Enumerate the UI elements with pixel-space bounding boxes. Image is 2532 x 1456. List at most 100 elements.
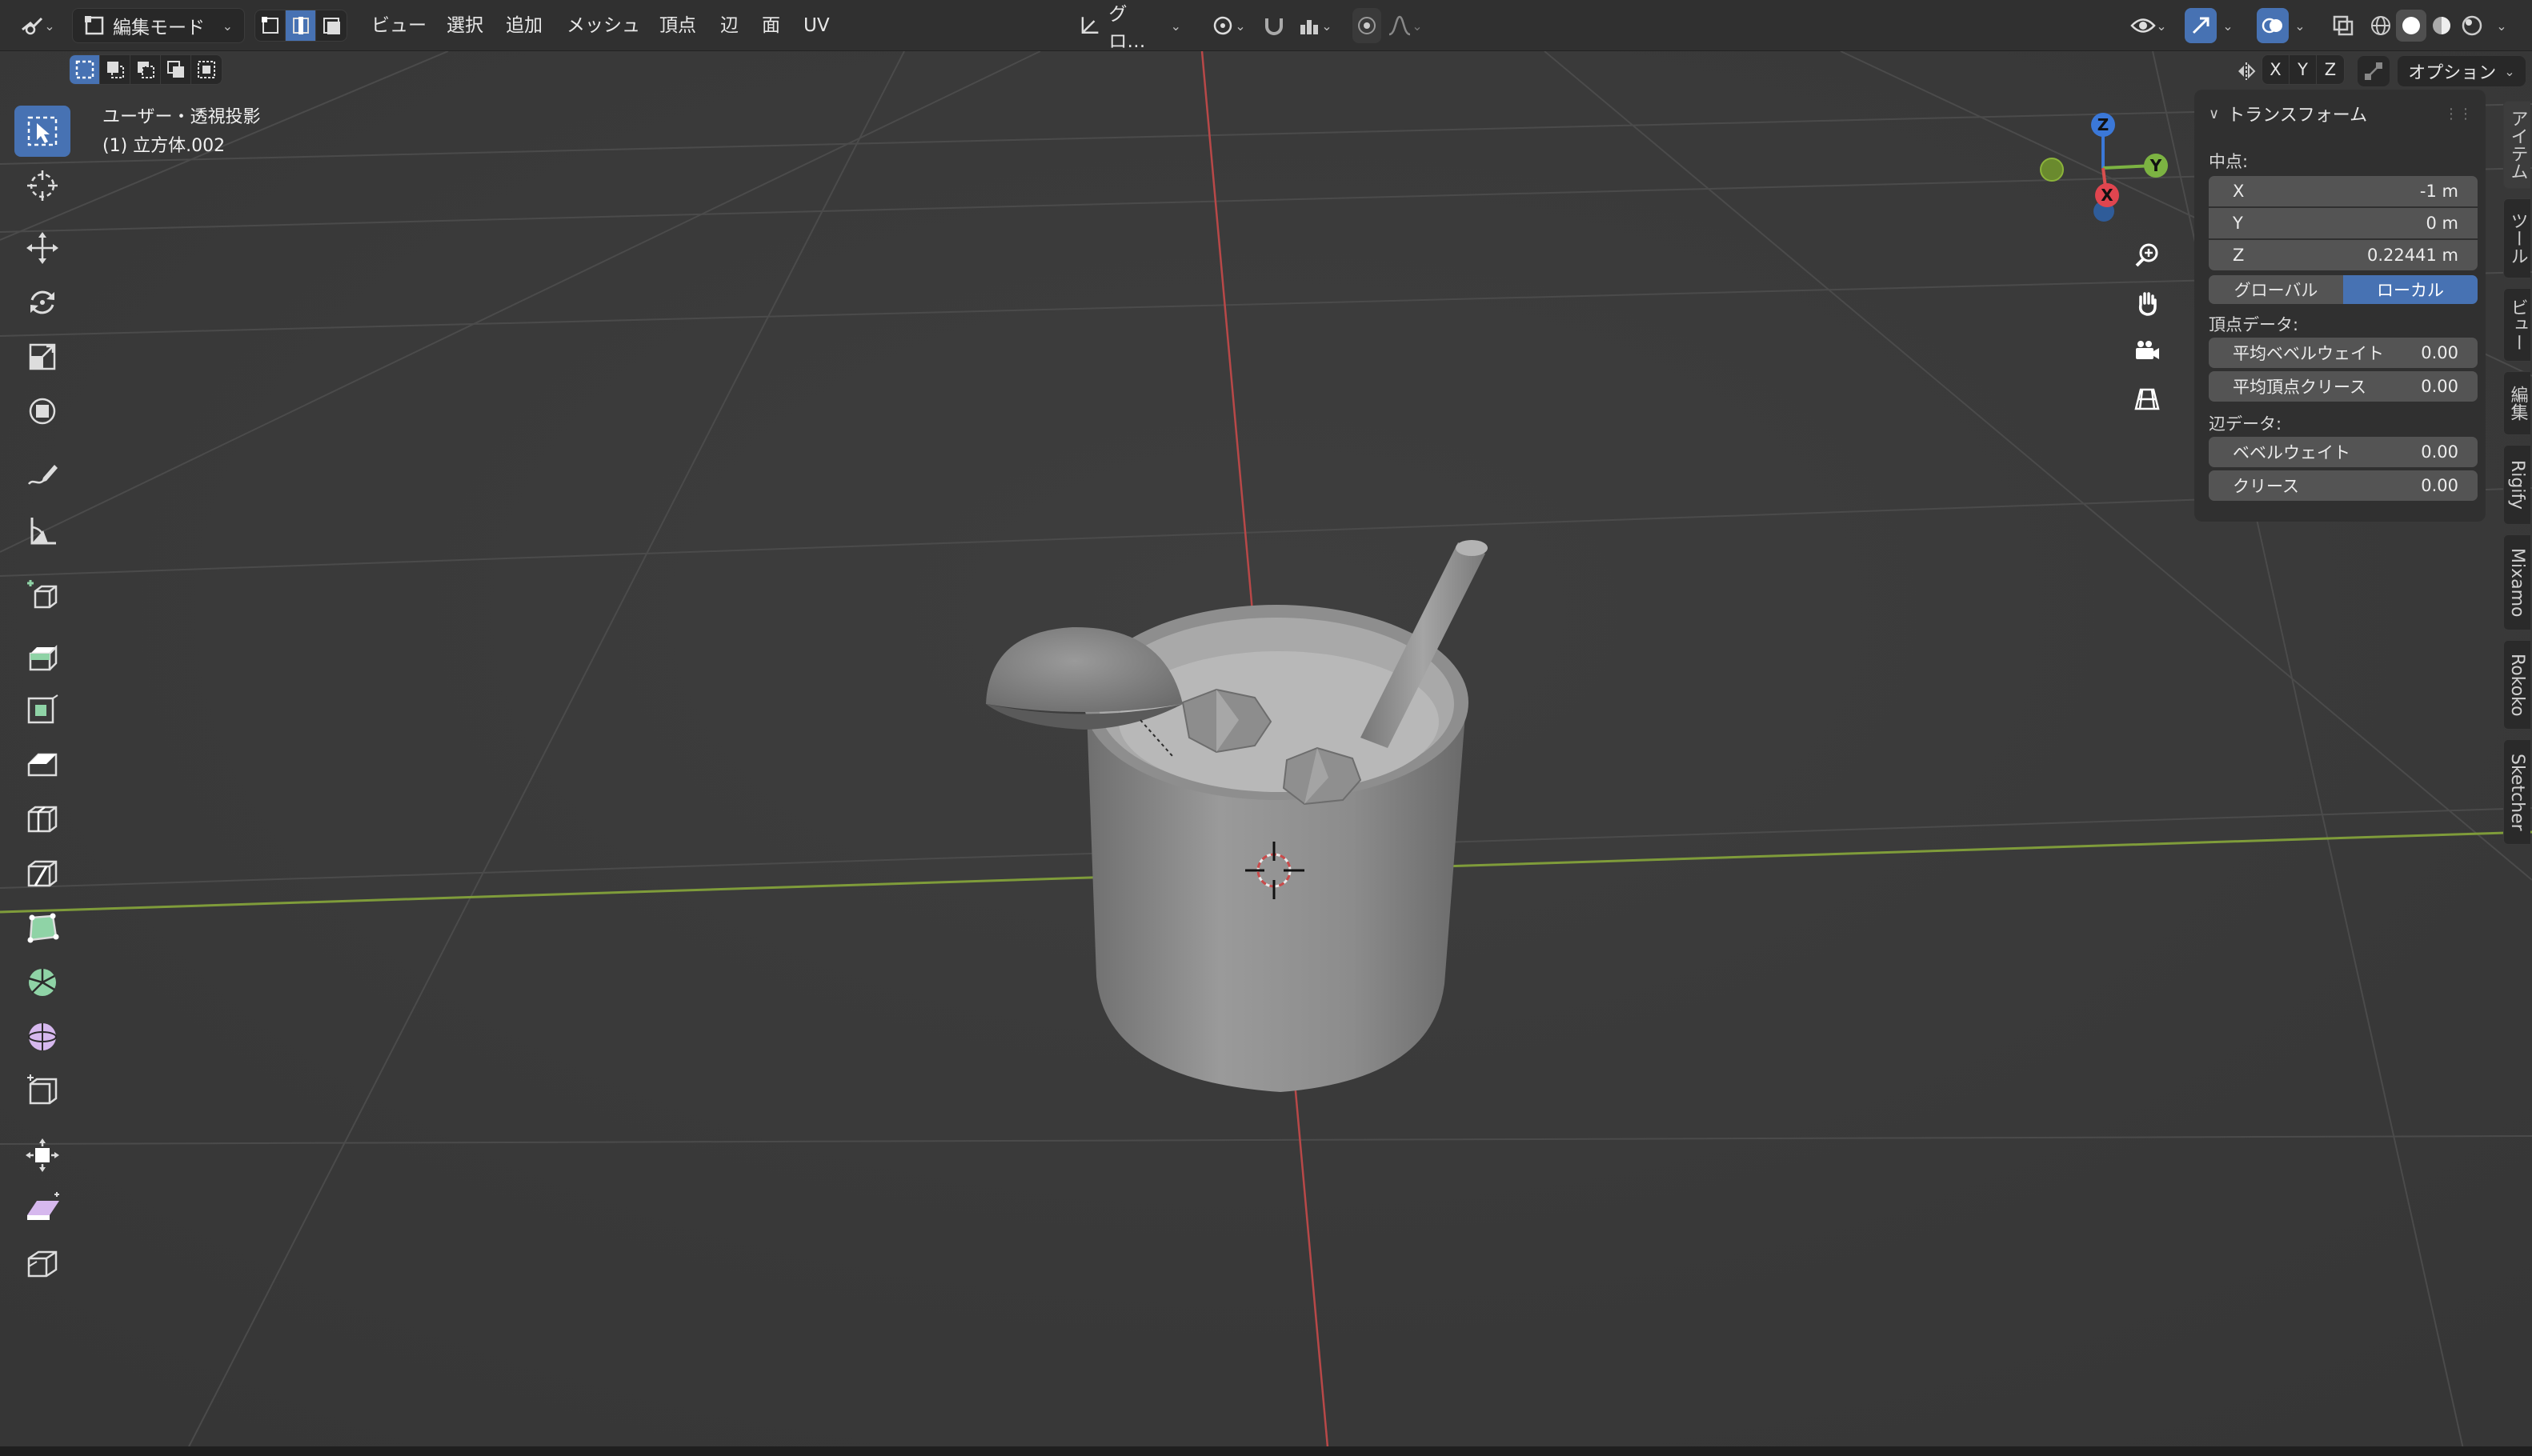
mirror-y-toggle[interactable]: Y [2290,55,2317,84]
bevel-weight-field[interactable]: ベベルウェイト 0.00 [2209,437,2478,467]
menu-uv[interactable]: UV [797,10,836,42]
visibility-dropdown[interactable]: ⌄ [2124,8,2173,43]
chevron-down-icon: ⌄ [2496,18,2507,34]
chevron-down-icon: ⌄ [1321,18,1332,34]
tab-view[interactable]: ビュー [2503,288,2530,362]
bevel-tool[interactable] [14,739,70,790]
menu-edge[interactable]: 辺 [714,10,745,42]
select-extend-icon[interactable] [100,55,130,84]
rotate-tool[interactable] [14,277,70,328]
crease-label: クリース [2233,477,2299,496]
knife-tool[interactable] [14,848,70,899]
overlay-dropdown[interactable]: ⌄ [2290,8,2310,43]
select-subtract-icon[interactable] [130,55,161,84]
mode-label: 編集モード [113,18,205,38]
scale-tool[interactable] [14,331,70,382]
material-shading-icon[interactable] [2426,10,2457,42]
cursor-tool[interactable] [14,160,70,211]
snap-target-dropdown[interactable]: ⌄ [1290,8,1340,43]
tab-rigify[interactable]: Rigify [2503,445,2530,525]
move-tool[interactable] [14,222,70,274]
transform-tool[interactable] [14,386,70,437]
mirror-x-toggle[interactable]: X [2262,55,2290,84]
shrink-fatten-tool[interactable] [14,1130,70,1181]
editor-type-button[interactable]: ⌄ [14,8,61,43]
snap-increment-icon [1300,20,1319,34]
smooth-tool[interactable] [14,1011,70,1062]
median-y-label: Y [2233,214,2243,233]
global-button[interactable]: グローバル [2209,275,2343,304]
mirror-z-toggle[interactable]: Z [2317,55,2344,84]
inset-tool[interactable] [14,685,70,736]
zoom-icon [2135,243,2158,267]
transform-orientation-dropdown[interactable]: グロ… ⌄ [1068,4,1192,52]
xray-toggle[interactable] [2327,8,2359,43]
face-select-icon[interactable] [316,10,347,41]
menu-view[interactable]: ビュー [365,10,433,42]
select-intersect-icon[interactable] [191,55,222,84]
knife-icon [27,860,58,887]
zoom-button[interactable] [2127,235,2167,275]
proportional-falloff-dropdown[interactable]: ⌄ [1384,8,1426,43]
tab-rokoko[interactable]: Rokoko [2503,640,2530,730]
options-dropdown[interactable]: オプション ⌄ [2398,56,2526,86]
tab-edit-label: 編集 [2507,386,2528,421]
rip-region-tool[interactable] [14,1238,70,1290]
tab-sketcher[interactable]: Sketcher [2503,739,2530,845]
mean-vertex-crease-field[interactable]: 平均頂点クリース 0.00 [2209,371,2478,402]
tab-item[interactable]: アイテム [2503,101,2530,189]
menu-face[interactable]: 面 [755,10,787,42]
menu-vertex[interactable]: 頂点 [653,10,703,42]
vertex-select-icon[interactable] [255,10,286,41]
wireframe-shading-icon[interactable] [2366,10,2396,42]
spin-tool[interactable] [14,957,70,1008]
solid-shading-icon[interactable] [2396,10,2426,42]
add-cube-tool[interactable] [14,570,70,621]
measure-tool[interactable] [14,506,70,557]
menu-add[interactable]: 追加 [499,10,549,42]
proportional-edit-toggle[interactable] [1352,8,1381,43]
shear-tool[interactable] [14,1184,70,1235]
perspective-toggle-button[interactable] [2127,379,2167,419]
spin-icon [28,969,56,996]
tab-mixamo-label: Mixamo [2507,547,2527,618]
poly-build-tool[interactable] [14,902,70,954]
camera-view-button[interactable] [2127,331,2167,371]
overlay-toggle[interactable] [2257,8,2289,43]
gizmo-dropdown[interactable]: ⌄ [2218,8,2238,43]
median-z-field[interactable]: Z 0.22441 m [2209,240,2478,270]
menu-mesh[interactable]: メッシュ [560,10,647,42]
crease-field[interactable]: クリース 0.00 [2209,470,2478,501]
pan-button[interactable] [2127,283,2167,323]
auto-merge-icon[interactable] [2358,56,2390,86]
median-x-field[interactable]: X -1 m [2209,176,2478,206]
xray-icon [2333,15,2354,36]
chevron-down-icon: ⌄ [1412,18,1423,34]
median-y-field[interactable]: Y 0 m [2209,208,2478,238]
transform-panel-header[interactable]: ∨ トランスフォーム ⋮⋮ [2209,99,2473,128]
rendered-shading-icon[interactable] [2457,10,2487,42]
edge-slide-tool[interactable] [14,1066,70,1117]
annotate-tool[interactable] [14,450,70,501]
menu-select[interactable]: 選択 [440,10,490,42]
tab-tool[interactable]: ツール [2503,198,2530,278]
select-invert-icon[interactable] [161,55,191,84]
tab-sketcher-label: Sketcher [2507,753,2527,831]
gizmo-toggle[interactable] [2185,8,2217,43]
loop-cut-tool[interactable] [14,794,70,845]
edge-select-icon[interactable] [286,10,316,41]
mode-dropdown[interactable]: 編集モード ⌄ [72,8,245,43]
snap-toggle[interactable] [1260,8,1288,43]
mean-bevel-weight-field[interactable]: 平均ベベルウェイト 0.00 [2209,338,2478,368]
gizmo-neg-y[interactable] [2040,158,2064,182]
extrude-tool[interactable] [14,630,70,682]
select-new-icon[interactable] [70,55,100,84]
shading-dropdown[interactable]: ⌄ [2490,8,2513,43]
pivot-point-button[interactable]: ⌄ [1205,8,1252,43]
local-button[interactable]: ローカル [2343,275,2478,304]
tab-edit[interactable]: 編集 [2503,371,2530,435]
tab-mixamo[interactable]: Mixamo [2503,534,2530,630]
drag-handle-icon[interactable]: ⋮⋮ [2444,106,2473,122]
navigation-gizmo[interactable]: Z Y X [2033,104,2169,232]
select-box-tool[interactable] [14,106,70,157]
